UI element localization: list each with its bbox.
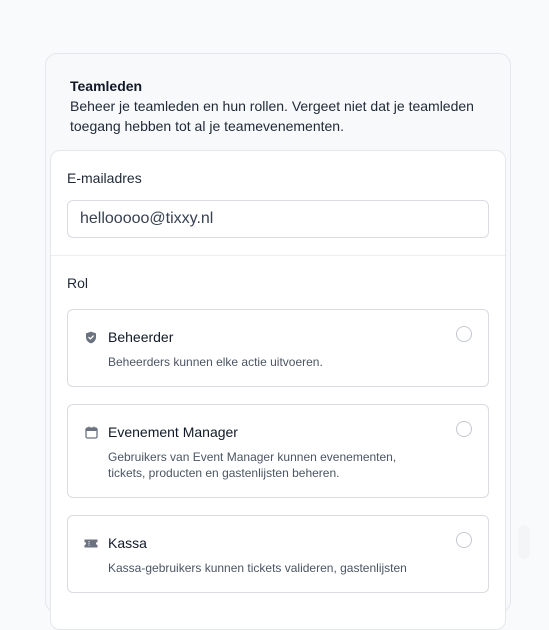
ticket-icon <box>84 536 98 550</box>
role-title-kassa: Kassa <box>108 535 147 551</box>
panel-description-line-1: Beheer je teamleden en hun rollen. Verge… <box>70 98 474 114</box>
radio-beheerder[interactable] <box>456 326 472 342</box>
invite-form-card: E-mailadres hellooooo@tixxy.nl Rol Behee… <box>50 150 506 630</box>
role-option-kassa[interactable]: Kassa Kassa-gebruikers kunnen tickets va… <box>67 515 489 593</box>
role-desc-evenement-manager-line-2: tickets, producten en gastenlijsten behe… <box>108 466 340 480</box>
calendar-icon <box>84 425 98 439</box>
panel-description-line-2: toegang hebben tot al je teamevenementen… <box>70 118 344 134</box>
scroll-hint <box>518 525 530 559</box>
role-option-beheerder[interactable]: Beheerder Beheerders kunnen elke actie u… <box>67 309 489 387</box>
shield-icon <box>84 330 98 344</box>
panel-title: Teamleden <box>70 78 143 94</box>
role-title-beheerder: Beheerder <box>108 329 174 345</box>
role-option-evenement-manager[interactable]: Evenement Manager Gebruikers van Event M… <box>67 404 489 498</box>
team-members-panel: Teamleden Beheer je teamleden en hun rol… <box>45 53 511 630</box>
role-section: Rol Beheerder Beheerders kunnen elke act… <box>51 256 505 609</box>
role-label: Rol <box>67 275 89 291</box>
role-desc-beheerder-line-1: Beheerders kunnen elke actie uitvoeren. <box>108 355 323 369</box>
radio-evenement-manager[interactable] <box>456 421 472 437</box>
role-title-evenement-manager: Evenement Manager <box>108 424 238 440</box>
email-field[interactable]: hellooooo@tixxy.nl <box>67 200 489 238</box>
role-desc-kassa: Kassa-gebruikers kunnen tickets validere… <box>108 560 468 576</box>
role-desc-evenement-manager: Gebruikers van Event Manager kunnen even… <box>108 449 418 481</box>
role-desc-beheerder: Beheerders kunnen elke actie uitvoeren. <box>108 354 418 370</box>
role-desc-kassa-line-1: Kassa-gebruikers kunnen tickets validere… <box>108 561 407 575</box>
role-desc-evenement-manager-line-1: Gebruikers van Event Manager kunnen even… <box>108 450 397 464</box>
panel-header: Teamleden Beheer je teamleden en hun rol… <box>46 54 510 150</box>
email-label: E-mailadres <box>67 170 142 186</box>
email-field-value: hellooooo@tixxy.nl <box>80 210 214 227</box>
radio-kassa[interactable] <box>456 532 472 548</box>
email-section: E-mailadres hellooooo@tixxy.nl <box>51 151 505 256</box>
